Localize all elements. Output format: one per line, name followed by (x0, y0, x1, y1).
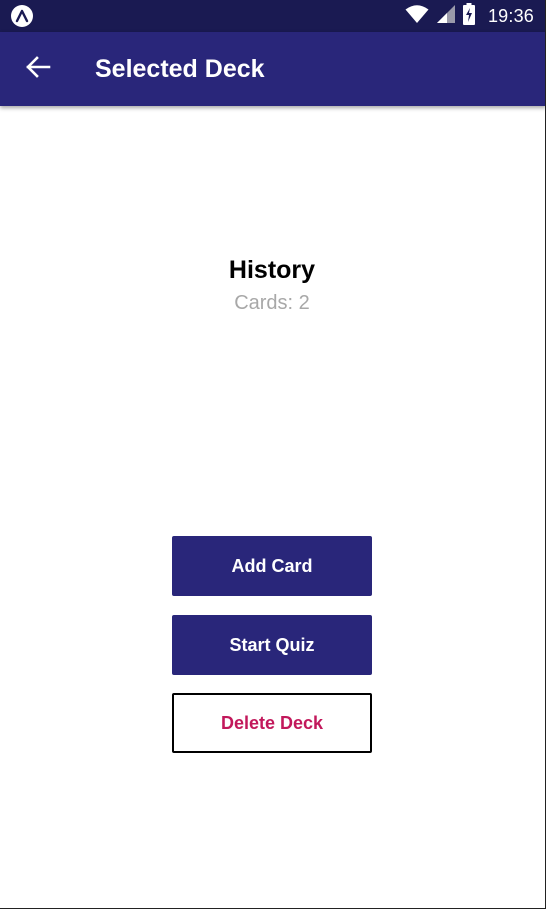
arrow-back-icon (25, 54, 51, 85)
expo-icon (11, 5, 33, 27)
signal-icon (436, 4, 456, 29)
deck-title: History (228, 256, 316, 284)
add-card-button[interactable]: Add Card (172, 536, 372, 596)
deck-card-count: Cards: 2 (234, 292, 310, 314)
screen: 19:36 Selected Deck History Cards: 2 Add… (0, 0, 546, 909)
back-button[interactable] (14, 45, 62, 93)
status-time: 19:36 (487, 5, 534, 26)
delete-deck-button[interactable]: Delete Deck (172, 693, 372, 753)
start-quiz-button[interactable]: Start Quiz (172, 615, 372, 675)
app-bar: Selected Deck (0, 32, 545, 106)
wifi-icon (405, 4, 429, 29)
status-icons: 19:36 (405, 0, 534, 32)
page-title: Selected Deck (95, 55, 265, 83)
battery-charging-icon (462, 2, 475, 30)
status-bar: 19:36 (0, 0, 545, 32)
